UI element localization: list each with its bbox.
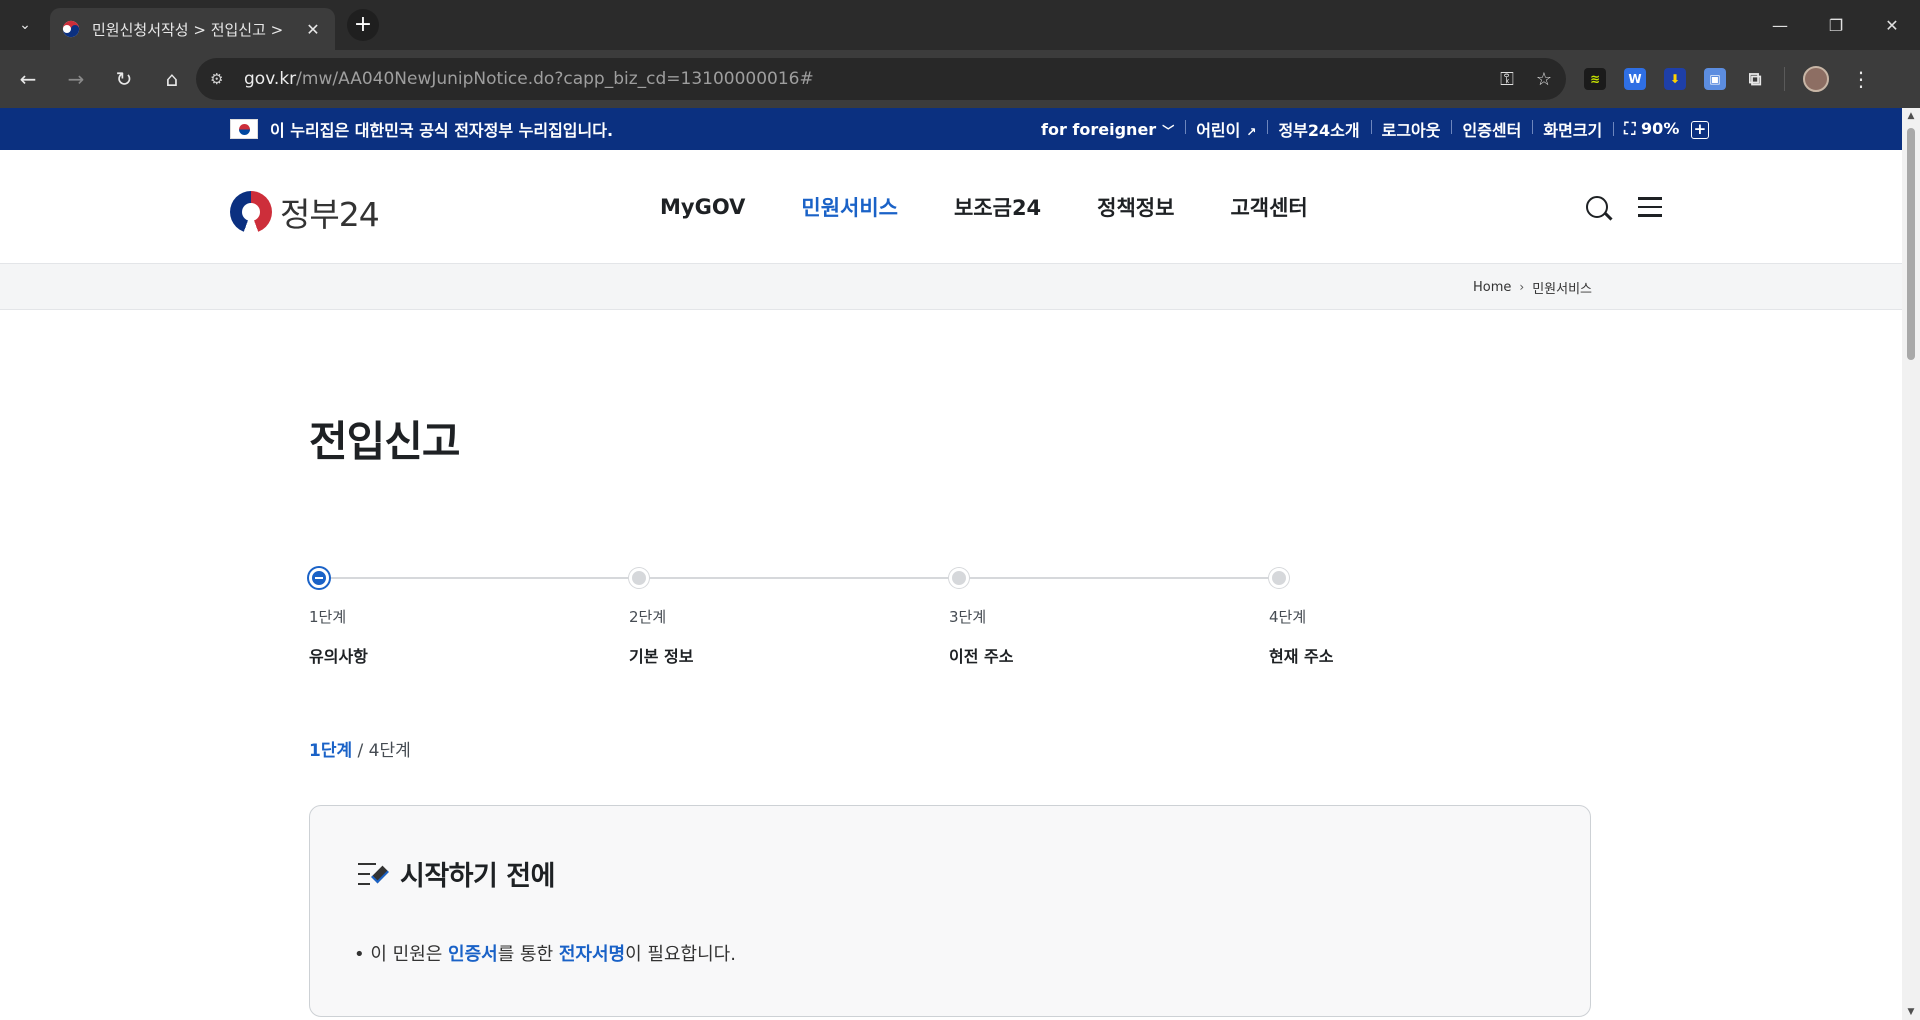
address-bar[interactable]: ⚙ gov.kr/mw/AA040NewJunipNotice.do?capp_… xyxy=(196,58,1566,100)
step-counter-total: 4단계 xyxy=(368,741,411,761)
official-site-banner: 이 누리집은 대한민국 공식 전자정부 누리집입니다. for foreigne… xyxy=(0,108,1902,150)
utility-menu: for foreigner ﹀ 어린이 ↗ 정부24소개 로그아웃 인증센터 화면크… xyxy=(1030,108,1720,150)
hamburger-menu-icon[interactable] xyxy=(1638,197,1662,217)
step-name: 기본 정보 xyxy=(629,647,694,666)
forward-button[interactable]: → xyxy=(56,59,96,99)
bookmark-star-icon[interactable]: ☆ xyxy=(1536,69,1552,90)
extension-4-icon[interactable]: ▣ xyxy=(1704,68,1726,90)
step-dot-icon xyxy=(629,568,649,588)
step-4: 4단계 현재 주소 xyxy=(1269,568,1469,667)
tab-search-chevron-icon[interactable]: ⌄ xyxy=(8,8,42,42)
tab-title: 민원신청서작성 > 전입신고 > xyxy=(92,20,284,39)
home-button[interactable]: ⌂ xyxy=(152,59,192,99)
extension-w-icon[interactable]: W xyxy=(1624,68,1646,90)
scroll-up-arrow-icon[interactable]: ▲ xyxy=(1905,111,1917,121)
global-nav: MyGOV 민원서비스 보조금24 정책정보 고객센터 xyxy=(660,150,1308,264)
tab-close-icon[interactable]: ✕ xyxy=(303,20,323,39)
step-dot-icon xyxy=(1269,568,1289,588)
new-tab-button[interactable]: + xyxy=(347,9,379,41)
breadcrumb-home[interactable]: Home xyxy=(1473,280,1511,295)
about-gov24-link[interactable]: 정부24소개 xyxy=(1267,117,1370,141)
step-number: 4단계 xyxy=(1269,608,1307,626)
back-button[interactable]: ← xyxy=(8,59,48,99)
nav-policy-info[interactable]: 정책정보 xyxy=(1097,192,1174,222)
password-key-icon[interactable]: ⚿ xyxy=(1500,69,1514,90)
step-current-dot-icon xyxy=(309,568,329,588)
kids-link[interactable]: 어린이 ↗ xyxy=(1185,117,1267,141)
for-foreigner-link[interactable]: for foreigner ﹀ xyxy=(1030,120,1185,139)
extension-download-icon[interactable]: ⬇ xyxy=(1664,68,1686,90)
notice-text: • 이 민원은 인증서를 통한 전자서명이 필요합니다. xyxy=(354,944,736,965)
browser-menu-icon[interactable]: ⋮ xyxy=(1851,67,1871,91)
gov24-favicon-icon xyxy=(62,20,80,38)
restore-icon[interactable]: ❐ xyxy=(1808,0,1864,50)
zoom-level: 90% xyxy=(1641,119,1680,138)
zoom-reset-icon[interactable]: ⛶ xyxy=(1624,119,1635,138)
step-3: 3단계 이전 주소 xyxy=(949,568,1149,667)
chevron-down-icon: ﹀ xyxy=(1162,123,1175,138)
nav-mygov[interactable]: MyGOV xyxy=(660,195,745,219)
step-number: 2단계 xyxy=(629,608,667,626)
step-name: 이전 주소 xyxy=(949,647,1014,666)
official-notice-text[interactable]: 이 누리집은 대한민국 공식 전자정부 누리집입니다. xyxy=(270,117,613,141)
nav-subsidy24[interactable]: 보조금24 xyxy=(954,192,1041,222)
step-number: 1단계 xyxy=(309,608,347,626)
window-controls: — ❐ ✕ xyxy=(1752,0,1920,50)
search-icon[interactable] xyxy=(1586,196,1608,218)
url-text[interactable]: gov.kr/mw/AA040NewJunipNotice.do?capp_bi… xyxy=(244,69,1500,89)
highlight-certificate: 인증서 xyxy=(448,944,498,965)
zoom-in-icon[interactable]: + xyxy=(1690,120,1709,139)
step-number: 3단계 xyxy=(949,608,987,626)
chevron-right-icon: › xyxy=(1519,280,1525,294)
scrollbar-thumb[interactable] xyxy=(1907,128,1915,360)
zoom-control[interactable]: ⛶ 90% + xyxy=(1613,119,1720,139)
step-name: 현재 주소 xyxy=(1269,647,1334,666)
logout-link[interactable]: 로그아웃 xyxy=(1370,117,1452,141)
external-link-icon: ↗ xyxy=(1246,125,1257,139)
checklist-icon xyxy=(358,860,389,888)
close-window-icon[interactable]: ✕ xyxy=(1864,0,1920,50)
profile-avatar[interactable] xyxy=(1803,66,1829,92)
logo-text: 정부24 xyxy=(280,195,380,234)
cert-center-link[interactable]: 인증센터 xyxy=(1451,117,1532,141)
step-name: 유의사항 xyxy=(309,647,368,666)
step-1: 1단계 유의사항 xyxy=(309,568,509,667)
step-indicator: 1단계 유의사항 2단계 기본 정보 3단계 이전 주소 4단계 현재 주소 xyxy=(309,568,1333,678)
notice-title: 시작하기 전에 xyxy=(400,861,555,892)
step-dot-icon xyxy=(949,568,969,588)
step-2: 2단계 기본 정보 xyxy=(629,568,829,667)
before-you-start-box: 시작하기 전에 • 이 민원은 인증서를 통한 전자서명이 필요합니다. xyxy=(309,805,1591,1017)
extension-1-icon[interactable]: ≋ xyxy=(1584,68,1606,90)
site-header: 정부24 MyGOV 민원서비스 보조금24 정책정보 고객센터 xyxy=(0,150,1902,264)
step-counter: 1단계 / 4단계 xyxy=(309,736,411,761)
step-counter-separator: / xyxy=(357,741,364,761)
browser-tabstrip: ⌄ 민원신청서작성 > 전입신고 > ✕ + — ❐ ✕ xyxy=(0,0,1920,50)
toolbar-divider xyxy=(1784,67,1785,91)
breadcrumb-bar: Home › 민원서비스 xyxy=(0,264,1902,310)
taegeuk-logo-icon xyxy=(230,191,272,233)
breadcrumb: Home › 민원서비스 xyxy=(1473,264,1592,310)
browser-toolbar: ← → ↻ ⌂ ⚙ gov.kr/mw/AA040NewJunipNotice.… xyxy=(0,50,1920,108)
extensions-puzzle-icon[interactable]: ⧉ xyxy=(1744,68,1766,90)
korean-flag-icon xyxy=(230,119,258,139)
site-info-icon[interactable]: ⚙ xyxy=(210,70,236,88)
page-title: 전입신고 xyxy=(309,417,461,466)
scroll-down-arrow-icon[interactable]: ▼ xyxy=(1905,1007,1917,1017)
highlight-e-signature: 전자서명 xyxy=(558,944,626,965)
screen-size-label: 화면크기 xyxy=(1532,117,1613,141)
page-viewport: 이 누리집은 대한민국 공식 전자정부 누리집입니다. for foreigne… xyxy=(0,108,1920,1020)
nav-customer-center[interactable]: 고객센터 xyxy=(1230,192,1307,222)
reload-button[interactable]: ↻ xyxy=(104,59,144,99)
page-scrollbar[interactable]: ▲ ▼ xyxy=(1902,108,1920,1020)
gov24-logo[interactable]: 정부24 xyxy=(230,188,380,236)
extensions-area: ≋ W ⬇ ▣ ⧉ ⋮ xyxy=(1584,50,1871,108)
nav-civil-service[interactable]: 민원서비스 xyxy=(801,192,898,222)
step-counter-current: 1단계 xyxy=(309,741,353,761)
breadcrumb-current[interactable]: 민원서비스 xyxy=(1532,278,1592,297)
minimize-icon[interactable]: — xyxy=(1752,0,1808,50)
browser-tab[interactable]: 민원신청서작성 > 전입신고 > ✕ xyxy=(50,8,335,50)
